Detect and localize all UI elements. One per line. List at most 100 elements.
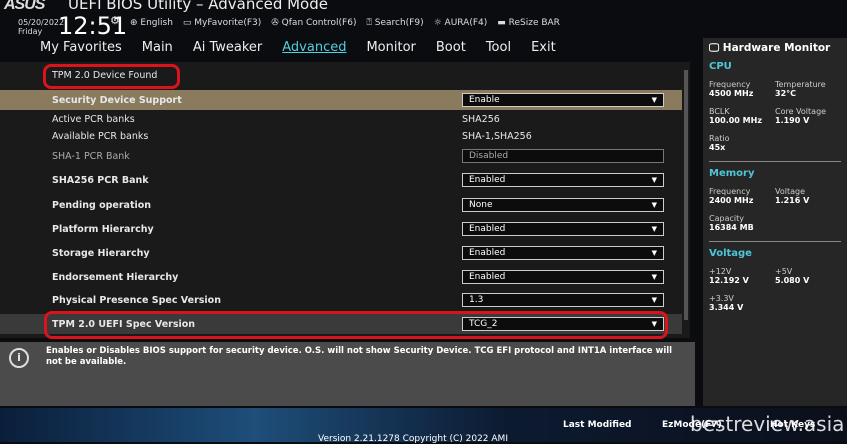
dropdown-value: Enabled: [469, 248, 506, 258]
setting-dropdown[interactable]: Enabled ▼: [462, 246, 664, 260]
memory-frequency: 2400 MHz: [709, 196, 754, 205]
setting-row[interactable]: Endorsement Hierarchy Enabled ▼: [0, 267, 682, 287]
label: Core Voltage: [775, 107, 827, 116]
dropdown-value: Disabled: [469, 151, 509, 161]
setting-row[interactable]: Physical Presence Spec Version 1.3 ▼: [0, 290, 682, 310]
gear-icon[interactable]: ⚙: [110, 14, 120, 27]
cpu-heading: CPU: [709, 61, 732, 72]
setting-dropdown[interactable]: Enabled ▼: [462, 222, 664, 236]
qfan-label: Qfan Control(F6): [281, 18, 357, 28]
hw-title-text: Hardware Monitor: [722, 42, 831, 54]
info-icon: i: [9, 348, 29, 368]
voltage-3v3: 3.344 V: [709, 303, 744, 312]
search-button[interactable]: ⍰ Search(F9): [366, 18, 423, 28]
search-label: Search(F9): [374, 18, 424, 28]
label: Ratio: [709, 134, 730, 143]
aura-label: AURA(F4): [444, 18, 488, 28]
tab-exit[interactable]: Exit: [531, 40, 556, 55]
label: +5V: [775, 267, 793, 276]
label: Capacity: [709, 214, 744, 223]
label: +12V: [709, 267, 732, 276]
voltage-heading: Voltage: [709, 248, 752, 259]
myfavorite-button[interactable]: ▭ MyFavorite(F3): [183, 18, 261, 28]
hardware-monitor: 🖵 Hardware Monitor CPU Frequency 4500 MHz…: [703, 38, 847, 406]
tab-tool[interactable]: Tool: [486, 40, 511, 55]
core-voltage: 1.190 V: [775, 116, 810, 125]
main-tabs: My Favorites Main Ai Tweaker Advanced Mo…: [40, 40, 556, 55]
setting-label: Physical Presence Spec Version: [52, 294, 221, 306]
setting-value: SHA256: [462, 113, 500, 125]
label: Frequency: [709, 80, 751, 89]
setting-label: Security Device Support: [52, 94, 182, 106]
setting-row[interactable]: Pending operation None ▼: [0, 195, 682, 215]
setting-dropdown[interactable]: None ▼: [462, 198, 664, 212]
setting-dropdown[interactable]: Enable ▼: [462, 93, 664, 107]
dropdown-value: Enabled: [469, 224, 506, 234]
cpu-temperature: 32°C: [775, 89, 797, 98]
asus-logo: ASUS: [4, 0, 45, 13]
setting-dropdown[interactable]: Enabled ▼: [462, 173, 664, 187]
dropdown-value: 1.3: [469, 295, 484, 305]
tab-advanced[interactable]: Advanced: [282, 40, 346, 55]
setting-dropdown[interactable]: Enabled ▼: [462, 270, 664, 284]
setting-label: SHA256 PCR Bank: [52, 174, 149, 186]
setting-label: SHA-1 PCR Bank: [52, 150, 130, 162]
chevron-down-icon: ▼: [651, 249, 657, 257]
setting-label: Pending operation: [52, 199, 152, 211]
dropdown-value: Enabled: [469, 272, 506, 282]
dropdown-value: None: [469, 200, 493, 210]
aura-button[interactable]: ☼ AURA(F4): [434, 18, 488, 28]
dropdown-value: Enable: [469, 95, 500, 105]
dropdown-value: Enabled: [469, 175, 506, 185]
voltage-12v: 12.192 V: [709, 276, 749, 285]
tab-my-favorites[interactable]: My Favorites: [40, 40, 122, 55]
setting-label: Active PCR banks: [52, 113, 135, 125]
chevron-down-icon: ▼: [651, 296, 657, 304]
label: +3.3V: [709, 294, 734, 303]
toolbar: ⊕ English ▭ MyFavorite(F3) ✇ Qfan Contro…: [130, 18, 560, 28]
setting-row: Available PCR banks SHA-1,SHA256: [0, 126, 682, 146]
setting-dropdown: Disabled: [462, 149, 664, 163]
divider: [709, 161, 841, 162]
qfan-button[interactable]: ✇ Qfan Control(F6): [271, 18, 356, 28]
tab-ai-tweaker[interactable]: Ai Tweaker: [193, 40, 262, 55]
memory-heading: Memory: [709, 168, 755, 179]
setting-row[interactable]: Platform Hierarchy Enabled ▼: [0, 219, 682, 239]
tab-monitor[interactable]: Monitor: [366, 40, 415, 55]
bclk: 100.00 MHz: [709, 116, 762, 125]
divider: [709, 241, 841, 242]
setting-row[interactable]: Storage Hierarchy Enabled ▼: [0, 243, 682, 263]
chevron-down-icon: ▼: [651, 176, 657, 184]
memory-voltage: 1.216 V: [775, 196, 810, 205]
tab-boot[interactable]: Boot: [436, 40, 466, 55]
last-modified-button[interactable]: Last Modified: [563, 420, 631, 430]
label: Temperature: [775, 80, 826, 89]
chevron-down-icon: ▼: [651, 201, 657, 209]
language-label: English: [140, 18, 173, 28]
chevron-down-icon: ▼: [651, 225, 657, 233]
label: Voltage: [775, 187, 806, 196]
myfavorite-label: MyFavorite(F3): [194, 18, 262, 28]
setting-row[interactable]: SHA-1 PCR Bank Disabled: [0, 146, 682, 166]
voltage-5v: 5.080 V: [775, 276, 810, 285]
highlight-box: [43, 64, 180, 89]
resize-bar-button[interactable]: ▬ ReSize BAR: [497, 18, 560, 28]
settings-panel: TPM 2.0 Device Found Security Device Sup…: [0, 62, 690, 338]
help-text: Enables or Disables BIOS support for sec…: [0, 342, 695, 406]
chevron-down-icon: ▼: [651, 273, 657, 281]
setting-label: Platform Hierarchy: [52, 223, 154, 235]
setting-dropdown[interactable]: 1.3 ▼: [462, 293, 664, 307]
setting-label: Available PCR banks: [52, 130, 149, 142]
watermark: bestreview.asia: [690, 412, 845, 436]
cpu-frequency: 4500 MHz: [709, 89, 754, 98]
tab-main[interactable]: Main: [142, 40, 173, 55]
highlight-box: [44, 311, 668, 339]
resize-bar-label: ReSize BAR: [508, 18, 560, 28]
setting-row[interactable]: SHA256 PCR Bank Enabled ▼: [0, 170, 682, 190]
scrollbar[interactable]: [684, 70, 688, 320]
language-button[interactable]: ⊕ English: [130, 18, 173, 28]
setting-value: SHA-1,SHA256: [462, 130, 532, 142]
setting-row[interactable]: Security Device Support Enable ▼: [0, 90, 682, 110]
chevron-down-icon: ▼: [651, 96, 657, 104]
label: Frequency: [709, 187, 751, 196]
